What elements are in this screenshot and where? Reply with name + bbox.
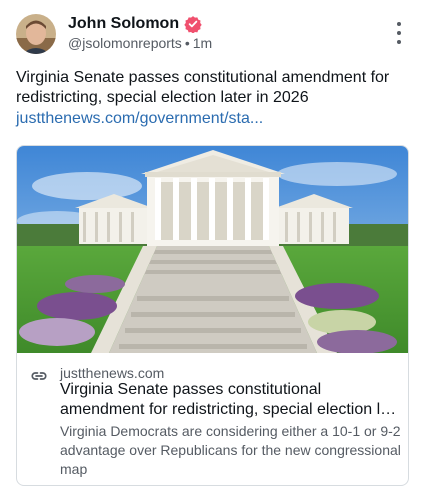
more-dot: [397, 22, 401, 26]
separator-dot: •: [184, 35, 190, 51]
link-preview-card[interactable]: justthenews.com Virginia Senate passes c…: [16, 145, 409, 486]
card-title-line2: amendment for redistricting, special ele…: [60, 401, 402, 418]
more-dot: [397, 40, 401, 44]
post-text: Virginia Senate passes constitutional am…: [16, 69, 390, 106]
card-image: [17, 146, 408, 353]
card-description: Virginia Democrats are considering eithe…: [60, 423, 401, 477]
author-handle[interactable]: @jsolomonreports: [68, 35, 182, 51]
more-vertical-icon[interactable]: [391, 22, 407, 44]
author-name-row: John Solomon: [68, 14, 202, 34]
post-timestamp[interactable]: 1m: [193, 35, 212, 51]
avatar[interactable]: [16, 14, 56, 54]
link-icon: [30, 367, 48, 385]
card-title-line1: Virginia Senate passes constitutional: [60, 381, 322, 398]
author-display-name[interactable]: John Solomon: [68, 14, 179, 34]
more-dot: [397, 31, 401, 35]
card-title: Virginia Senate passes constitutional am…: [60, 380, 402, 420]
post: John Solomon @jsolomonreports • 1m Virgini…: [0, 0, 427, 500]
post-link[interactable]: justthenews.com/government/sta...: [16, 109, 263, 129]
verified-badge-icon: [184, 15, 202, 34]
author-handle-row: @jsolomonreports • 1m: [68, 34, 212, 52]
